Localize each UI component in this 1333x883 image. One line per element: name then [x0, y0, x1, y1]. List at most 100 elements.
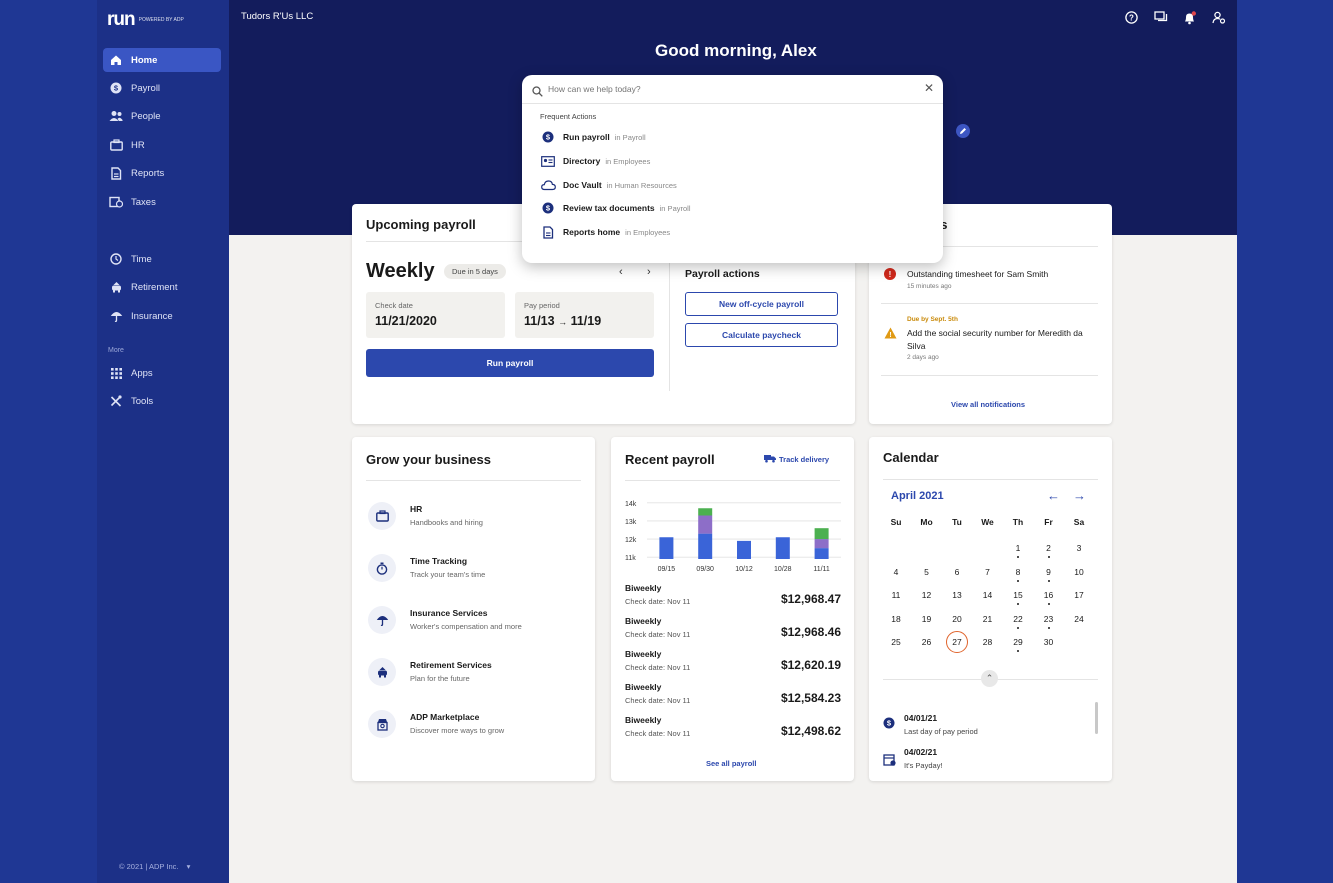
sidebar-item-people[interactable]: People	[103, 104, 221, 128]
company-name: Tudors R'Us LLC	[241, 11, 314, 22]
calendar-day[interactable]: 29	[1007, 631, 1029, 653]
sidebar-item-time[interactable]: Time	[103, 247, 221, 271]
close-icon[interactable]: ✕	[924, 81, 934, 95]
calendar-day[interactable]: 4	[885, 561, 907, 583]
help-icon[interactable]: ?	[1123, 9, 1140, 26]
dollar-icon: $	[540, 201, 556, 215]
run-payroll-button[interactable]: Run payroll	[366, 349, 654, 377]
warning-icon: !	[884, 326, 897, 344]
bell-icon[interactable]	[1181, 9, 1198, 26]
payroll-row[interactable]: Biweekly Check date: Nov 11 $12,620.19	[625, 649, 841, 681]
grow-item-marketplace[interactable]: ADP Marketplace Discover more ways to gr…	[368, 710, 588, 750]
sidebar-item-hr[interactable]: HR	[103, 133, 221, 157]
calendar-day[interactable]: 19	[916, 608, 938, 630]
sidebar-item-taxes[interactable]: Taxes	[103, 190, 221, 214]
payroll-row[interactable]: Biweekly Check date: Nov 11 $12,498.62	[625, 715, 841, 747]
frequent-action-review-tax-documents[interactable]: $ Review tax documents in Payroll	[540, 200, 691, 216]
calendar-day[interactable]: 5	[916, 561, 938, 583]
calendar-day[interactable]: 3	[1068, 537, 1090, 559]
calendar-day[interactable]: 8	[1007, 561, 1029, 583]
calendar-day[interactable]: 13	[946, 584, 968, 606]
sidebar-item-apps[interactable]: Apps	[103, 361, 221, 385]
frequent-action-reports-home[interactable]: Reports home in Employees	[540, 224, 670, 240]
edit-pencil-icon[interactable]	[956, 124, 970, 138]
calendar-day[interactable]: 14	[977, 584, 999, 606]
payroll-row[interactable]: Biweekly Check date: Nov 11 $12,968.46	[625, 616, 841, 648]
due-status: Due by Sept. 5th	[907, 316, 958, 323]
calendar-day[interactable]: 16	[1038, 584, 1060, 606]
scrollbar[interactable]	[1095, 702, 1098, 734]
sidebar-item-insurance[interactable]: Insurance	[103, 304, 221, 328]
chart-bar-segment	[659, 537, 674, 559]
sidebar-item-reports[interactable]: Reports	[103, 161, 221, 185]
calendar-day[interactable]: 18	[885, 608, 907, 630]
new-off-cycle-payroll-button[interactable]: New off-cycle payroll	[685, 292, 838, 316]
calendar-day[interactable]: 1	[1007, 537, 1029, 559]
more-section-label: More	[108, 347, 124, 354]
event-dot	[1047, 556, 1050, 558]
calendar-day[interactable]: 2	[1038, 537, 1060, 559]
briefcase-icon	[109, 138, 123, 152]
sidebar-item-tools[interactable]: Tools	[103, 389, 221, 413]
calendar-day[interactable]: 28	[977, 631, 999, 653]
search-input[interactable]	[548, 81, 908, 97]
calendar-day[interactable]: 24	[1068, 608, 1090, 630]
search-icon	[532, 84, 543, 102]
run-logo[interactable]: run POWERED BY ADP	[107, 9, 184, 31]
umbrella-icon	[368, 606, 396, 634]
calendar-day[interactable]: 10	[1068, 561, 1090, 583]
frequent-action-run-payroll[interactable]: $ Run payroll in Payroll	[540, 129, 646, 145]
due-badge: Due in 5 days	[444, 264, 506, 279]
grow-item-insurance[interactable]: Insurance Services Worker's compensation…	[368, 606, 588, 646]
calendar-day[interactable]: 11	[885, 584, 907, 606]
copyright-selector[interactable]: © 2021 | ADP Inc. ▾	[119, 862, 190, 871]
calendar-day[interactable]: 17	[1068, 584, 1090, 606]
payroll-row[interactable]: Biweekly Check date: Nov 11 $12,968.47	[625, 583, 841, 615]
calendar-title: Calendar	[883, 450, 939, 465]
chevron-up-icon[interactable]: ⌃	[981, 670, 998, 687]
payroll-row[interactable]: Biweekly Check date: Nov 11 $12,584.23	[625, 682, 841, 714]
user-settings-icon[interactable]	[1210, 9, 1227, 26]
calendar-day[interactable]: 12	[916, 584, 938, 606]
calendar-day[interactable]: 15	[1007, 584, 1029, 606]
recent-payroll-title: Recent payroll	[625, 452, 715, 467]
see-all-payroll-link[interactable]: See all payroll	[706, 759, 756, 768]
calendar-day[interactable]: 7	[977, 561, 999, 583]
frequent-action-directory[interactable]: Directory in Employees	[540, 153, 650, 169]
notification-text[interactable]: Add the social security number for Mered…	[907, 327, 1102, 353]
calendar-day[interactable]: 25	[885, 631, 907, 653]
calendar-day[interactable]: 6	[946, 561, 968, 583]
frequent-action-doc-vault[interactable]: Doc Vault in Human Resources	[540, 177, 677, 193]
arrow-right-icon[interactable]: →	[1073, 488, 1086, 503]
calendar-weekday: Mo	[920, 517, 933, 527]
chevron-left-icon[interactable]: ‹	[619, 266, 623, 278]
chat-icon[interactable]	[1152, 9, 1169, 26]
cloud-icon	[540, 178, 556, 192]
sidebar-item-retirement[interactable]: Retirement	[103, 275, 221, 299]
event-dot	[1017, 626, 1019, 629]
sidebar-item-home[interactable]: Home	[103, 48, 221, 72]
calendar-day[interactable]: 20	[946, 608, 968, 630]
calendar-day[interactable]: 22	[1007, 608, 1029, 630]
grow-item-hr[interactable]: HR Handbooks and hiring	[368, 502, 588, 542]
calendar-day[interactable]: 23	[1038, 608, 1060, 630]
calendar-day-today[interactable]: 27	[946, 631, 968, 653]
notification-text[interactable]: Outstanding timesheet for Sam Smith	[907, 269, 1048, 279]
calendar-day[interactable]: 26	[916, 631, 938, 653]
stopwatch-icon	[368, 554, 396, 582]
view-all-notifications-link[interactable]: View all notifications	[951, 400, 1025, 409]
grow-item-time-tracking[interactable]: Time Tracking Track your team's time	[368, 554, 588, 594]
arrow-left-icon[interactable]: ←	[1047, 488, 1060, 503]
sidebar-item-label: Apps	[131, 367, 153, 379]
event-text: Last day of pay period	[904, 727, 978, 736]
calendar-day[interactable]: 9	[1038, 561, 1060, 583]
briefcase-icon	[368, 502, 396, 530]
grow-item-retirement[interactable]: Retirement Services Plan for the future	[368, 658, 588, 698]
divider	[669, 256, 670, 391]
calendar-day[interactable]: 30	[1038, 631, 1060, 653]
calculate-paycheck-button[interactable]: Calculate paycheck	[685, 323, 838, 347]
chevron-right-icon[interactable]: ›	[647, 266, 651, 278]
sidebar-item-payroll[interactable]: $ Payroll	[103, 76, 221, 100]
calendar-day[interactable]: 21	[977, 608, 999, 630]
track-delivery-link[interactable]: Track delivery	[764, 454, 829, 465]
